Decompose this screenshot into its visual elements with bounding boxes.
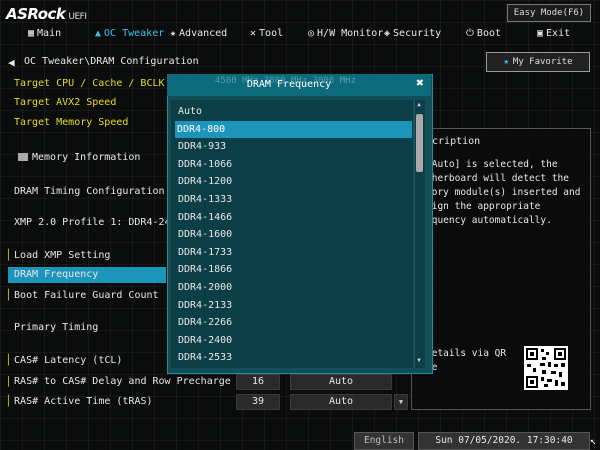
memory-icon bbox=[18, 153, 28, 161]
brand-logo: ASRock UEFI bbox=[6, 5, 87, 23]
tool-icon: ✕ bbox=[250, 28, 257, 39]
ras-active-mode-select[interactable]: Auto bbox=[290, 394, 392, 410]
frequency-option[interactable]: DDR4-2266 bbox=[176, 314, 410, 331]
exit-icon: ▣ bbox=[537, 28, 544, 39]
frequency-option[interactable]: DDR4-1333 bbox=[176, 191, 410, 208]
ras-active-time-item[interactable]: ▏RAS# Active Time (tRAS) bbox=[8, 396, 153, 407]
frequency-option[interactable]: DDR4-1866 bbox=[176, 261, 410, 278]
datetime-display: Sun 07/05/2020. 17:30:40 bbox=[418, 432, 590, 450]
tab-hw-monitor[interactable]: ◎ H/W Monitor bbox=[308, 28, 383, 39]
star-icon: ★ bbox=[170, 28, 177, 39]
tab-advanced[interactable]: ★ Advanced bbox=[170, 28, 227, 39]
ras-to-cas-mode-select[interactable]: Auto bbox=[290, 374, 392, 390]
primary-timing-heading: Primary Timing bbox=[14, 322, 99, 333]
easy-mode-button[interactable]: Easy Mode(F6) bbox=[507, 4, 591, 22]
tab-security[interactable]: ◈ Security bbox=[384, 28, 441, 39]
grid-icon: ▦ bbox=[28, 28, 35, 39]
frequency-option[interactable]: DDR4-1600 bbox=[176, 226, 410, 243]
dram-frequency-item[interactable]: DRAM Frequency bbox=[8, 267, 166, 283]
qr-hint-text: details via QR de bbox=[426, 348, 507, 373]
frequency-option[interactable]: DDR4-2400 bbox=[176, 332, 410, 349]
scroll-up-icon[interactable]: ▲ bbox=[414, 100, 424, 110]
scrollbar-thumb[interactable] bbox=[416, 114, 423, 172]
back-arrow-icon[interactable]: ◀ bbox=[8, 56, 15, 69]
dram-timing-config-heading: DRAM Timing Configuration bbox=[14, 186, 165, 197]
monitor-icon: ◎ bbox=[308, 28, 315, 39]
tab-main[interactable]: ▦ Main bbox=[28, 28, 61, 39]
boot-failure-guard-item[interactable]: ▏Boot Failure Guard Count bbox=[8, 290, 159, 301]
frequency-option[interactable]: Auto bbox=[176, 103, 410, 120]
tab-oc-tweaker[interactable]: ▲ OC Tweaker bbox=[95, 28, 164, 39]
tab-tool[interactable]: ✕ Tool bbox=[250, 28, 283, 39]
frequency-option[interactable]: DDR4-933 bbox=[176, 138, 410, 155]
description-title: scription bbox=[426, 136, 481, 147]
frequency-option[interactable]: DDR4-1466 bbox=[176, 209, 410, 226]
mouse-cursor-icon: ↖ bbox=[590, 436, 597, 447]
frequency-option-list: Auto DDR4-800 DDR4-933 DDR4-1066 DDR4-1200 DD… bbox=[171, 100, 413, 368]
shield-icon: ◈ bbox=[384, 28, 391, 39]
list-scroll-down-icon[interactable]: ▼ bbox=[394, 394, 408, 410]
target-avx2-label: Target AVX2 Speed bbox=[14, 97, 117, 108]
load-xmp-item[interactable]: ▏Load XMP Setting bbox=[8, 250, 110, 261]
frequency-option[interactable]: DDR4-2000 bbox=[176, 279, 410, 296]
tab-boot[interactable]: ⏻ Boot bbox=[466, 28, 501, 39]
flame-icon: ▲ bbox=[95, 28, 102, 39]
description-text: [Auto] is selected, the therboard will d… bbox=[426, 159, 581, 226]
frequency-option[interactable]: DDR4-1066 bbox=[176, 156, 410, 173]
ras-to-cas-item[interactable]: ▏RAS# to CAS# Delay and Row Precharge (t… bbox=[8, 376, 234, 387]
memory-information-item[interactable]: Memory Information bbox=[18, 152, 140, 163]
ras-active-value-field[interactable]: 39 bbox=[236, 394, 280, 410]
power-icon: ⏻ bbox=[466, 28, 474, 39]
frequency-option[interactable]: DDR4-2533 bbox=[176, 349, 410, 366]
frequency-option[interactable]: DDR4-1733 bbox=[176, 244, 410, 261]
target-memory-label: Target Memory Speed bbox=[14, 117, 129, 128]
frequency-option[interactable]: DDR4-2133 bbox=[176, 297, 410, 314]
star-icon: ★ bbox=[503, 57, 509, 67]
scroll-down-icon[interactable]: ▼ bbox=[414, 356, 424, 366]
tab-exit[interactable]: ▣ Exit bbox=[537, 28, 570, 39]
qr-code-icon bbox=[524, 346, 568, 390]
frequency-option[interactable]: DDR4-1200 bbox=[176, 173, 410, 190]
dialog-title: DRAM Frequency bbox=[246, 79, 332, 90]
frequency-option[interactable]: DDR4-800 bbox=[175, 120, 412, 138]
language-button[interactable]: English bbox=[354, 432, 414, 450]
breadcrumb: OC Tweaker\DRAM Configuration bbox=[24, 56, 199, 67]
my-favorite-button[interactable]: ★ My Favorite bbox=[486, 52, 590, 72]
ras-to-cas-value-field[interactable]: 16 bbox=[236, 374, 280, 390]
main-tab-bar: ▦ Main ▲ OC Tweaker ★ Advanced ✕ Tool ◎ H/W M… bbox=[0, 24, 600, 46]
close-icon[interactable]: ✖ bbox=[412, 76, 428, 92]
cas-latency-item[interactable]: ▏CAS# Latency (tCL) bbox=[8, 355, 122, 366]
